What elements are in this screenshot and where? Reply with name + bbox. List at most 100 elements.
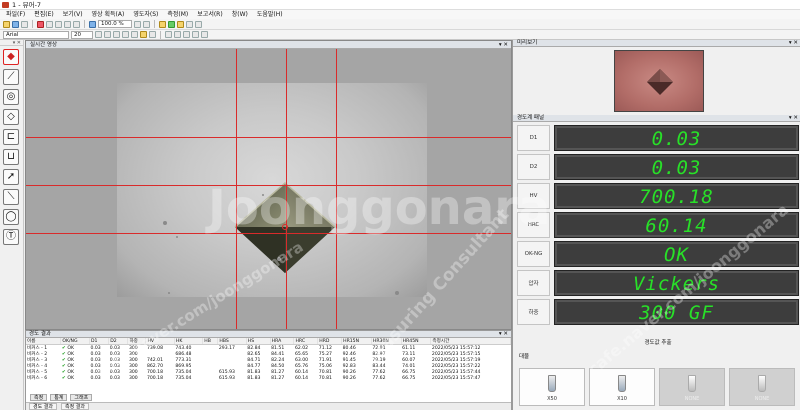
objective-label: X10 xyxy=(617,396,627,402)
fill-color-icon[interactable] xyxy=(174,31,181,38)
table-cell: 81.83 xyxy=(247,375,261,381)
cup-tool-icon[interactable]: ⊔ xyxy=(3,149,19,165)
align-center-icon[interactable] xyxy=(131,31,138,38)
knoop-tool-icon[interactable]: ◇ xyxy=(3,109,19,125)
menu-item[interactable]: 편집(E) xyxy=(34,10,54,19)
measurement-value-display: 300 GF xyxy=(554,299,799,325)
measurement-value-display: OK xyxy=(554,241,799,267)
menu-item[interactable]: 도움말(H) xyxy=(257,10,283,19)
pointer-tool-icon[interactable]: ➚ xyxy=(3,169,19,185)
bottom-tab[interactable]: 측정 결과 xyxy=(61,403,89,410)
measurement-label: 하중 xyxy=(517,299,550,325)
menu-item[interactable]: 영상 획득(A) xyxy=(92,10,125,19)
title-bar: 1 - 뷰어-7 xyxy=(0,0,800,10)
text-tool-icon[interactable]: Ⓣ xyxy=(3,229,19,245)
table-cell: 700.18 xyxy=(146,375,164,381)
font-size-select[interactable]: 20 xyxy=(71,30,93,39)
preview-indent-svg xyxy=(647,69,673,95)
bracket-tool-icon[interactable]: ⊏ xyxy=(3,129,19,145)
align-left-icon[interactable] xyxy=(122,31,129,38)
brinell-tool-icon[interactable]: ◎ xyxy=(3,89,19,105)
objective-lens-icon xyxy=(548,375,556,392)
live-image-panel: 실시간 영상 ▾ ✕ xyxy=(25,40,512,330)
objective-button[interactable]: X50 xyxy=(519,368,585,406)
measurement-row: D1 0.03 xyxy=(517,125,799,151)
stop-icon[interactable] xyxy=(37,20,44,28)
circle-tool-icon[interactable]: ◯ xyxy=(3,209,19,225)
copy-icon[interactable] xyxy=(46,20,53,28)
preview-thumbnail[interactable] xyxy=(614,50,704,112)
table-cell: 615.93 xyxy=(218,375,235,381)
panel-controls[interactable]: ▾ ✕ xyxy=(499,331,508,338)
results-tab[interactable]: 통계 xyxy=(50,394,68,401)
save-icon[interactable] xyxy=(12,20,19,28)
extract-hardness-button[interactable]: 경도값 추출 xyxy=(616,337,700,350)
table-cell: 0.03 xyxy=(90,375,101,381)
paste-icon[interactable] xyxy=(55,20,62,28)
underline-icon[interactable] xyxy=(113,31,120,38)
ok-status-text: OK xyxy=(67,369,74,375)
menu-item[interactable]: 보고서(R) xyxy=(197,10,222,19)
print-icon[interactable] xyxy=(21,20,28,28)
table-row[interactable]: 비커스 - 6 ✔ OK 0.03 0.03 300 700.18 735.04 615.93… xyxy=(26,375,511,382)
panel-controls[interactable]: ▾ ✕ xyxy=(789,115,798,122)
measurement-value-display: 0.03 xyxy=(554,154,799,180)
bottom-tab[interactable]: 경도 결과 xyxy=(29,403,57,410)
open-icon[interactable] xyxy=(3,20,10,28)
crosshair-line-left[interactable] xyxy=(236,49,237,329)
arrow-style-icon[interactable] xyxy=(201,31,208,38)
justify-icon[interactable] xyxy=(149,31,156,38)
line-width-icon[interactable] xyxy=(183,31,190,38)
panel-controls[interactable]: ▾ ✕ xyxy=(499,41,508,49)
results-tab[interactable]: 그래프 xyxy=(70,394,93,401)
table-cell: 90.26 xyxy=(342,375,356,381)
menu-item[interactable]: 파일(F) xyxy=(6,10,25,19)
objective-button[interactable]: NONE xyxy=(729,368,795,406)
redo-icon[interactable] xyxy=(73,20,80,28)
crosshair-line-center-v[interactable] xyxy=(286,49,287,329)
menu-item[interactable]: 측정(M) xyxy=(167,10,188,19)
measurement-label: OK-NG xyxy=(517,241,550,267)
objective-lens-icon xyxy=(618,375,626,392)
live-panel-title: 실시간 영상 xyxy=(30,42,58,48)
table-cell: 735.04 xyxy=(175,375,192,381)
panel-controls[interactable]: ▾ ✕ xyxy=(789,40,798,47)
italic-icon[interactable] xyxy=(104,31,111,38)
undo-icon[interactable] xyxy=(64,20,71,28)
font-select[interactable]: Arial xyxy=(3,30,69,39)
line-style-icon[interactable] xyxy=(192,31,199,38)
add-icon[interactable] xyxy=(168,20,175,28)
zoom-fit-icon[interactable] xyxy=(134,20,141,28)
zoom-in-icon[interactable] xyxy=(89,20,96,28)
results-tab[interactable]: 측정 xyxy=(30,394,48,401)
bold-icon[interactable] xyxy=(95,31,102,38)
zoom-select[interactable]: 100.0 % xyxy=(98,20,132,28)
measurement-row: HV 700.18 xyxy=(517,183,799,209)
align-right-icon[interactable] xyxy=(140,31,147,38)
zoom-out-icon[interactable] xyxy=(143,20,150,28)
objective-button[interactable]: NONE xyxy=(659,368,725,406)
vickers-indentation xyxy=(234,182,336,273)
preview-header: 미리보기 ▾ ✕ xyxy=(513,40,800,47)
menu-item[interactable]: 영도자(S) xyxy=(133,10,158,19)
main-toolbar: 100.0 % xyxy=(0,19,800,30)
objective-button[interactable]: X10 xyxy=(589,368,655,406)
slash-tool-icon[interactable]: ⟍ xyxy=(3,189,19,205)
line-tool-icon[interactable]: ⟋ xyxy=(3,69,19,85)
table-cell: 2022/05/23 15:57:47 xyxy=(431,375,481,381)
report-icon[interactable] xyxy=(177,20,184,28)
pen-color-icon[interactable] xyxy=(165,31,172,38)
preview-title: 미리보기 xyxy=(517,40,538,46)
diamond-tool-icon[interactable]: ◆ xyxy=(3,49,19,65)
menu-item[interactable]: 창(W) xyxy=(232,10,248,19)
specimen-image[interactable] xyxy=(117,83,427,297)
crosshair-line-bottom[interactable] xyxy=(26,233,511,234)
help-icon[interactable] xyxy=(195,20,202,28)
results-table: 이름 OK/NG D1 D2 하중 HV HK HB HBS HS HRA HRC HRD HR15N HR… xyxy=(26,338,511,381)
crosshair-line-top[interactable] xyxy=(26,137,511,138)
settings-icon[interactable] xyxy=(186,20,193,28)
measure-icon[interactable] xyxy=(159,20,166,28)
crosshair-line-right[interactable] xyxy=(336,49,337,329)
crosshair-line-center-h[interactable] xyxy=(26,185,511,186)
menu-item[interactable]: 보기(V) xyxy=(63,10,83,19)
